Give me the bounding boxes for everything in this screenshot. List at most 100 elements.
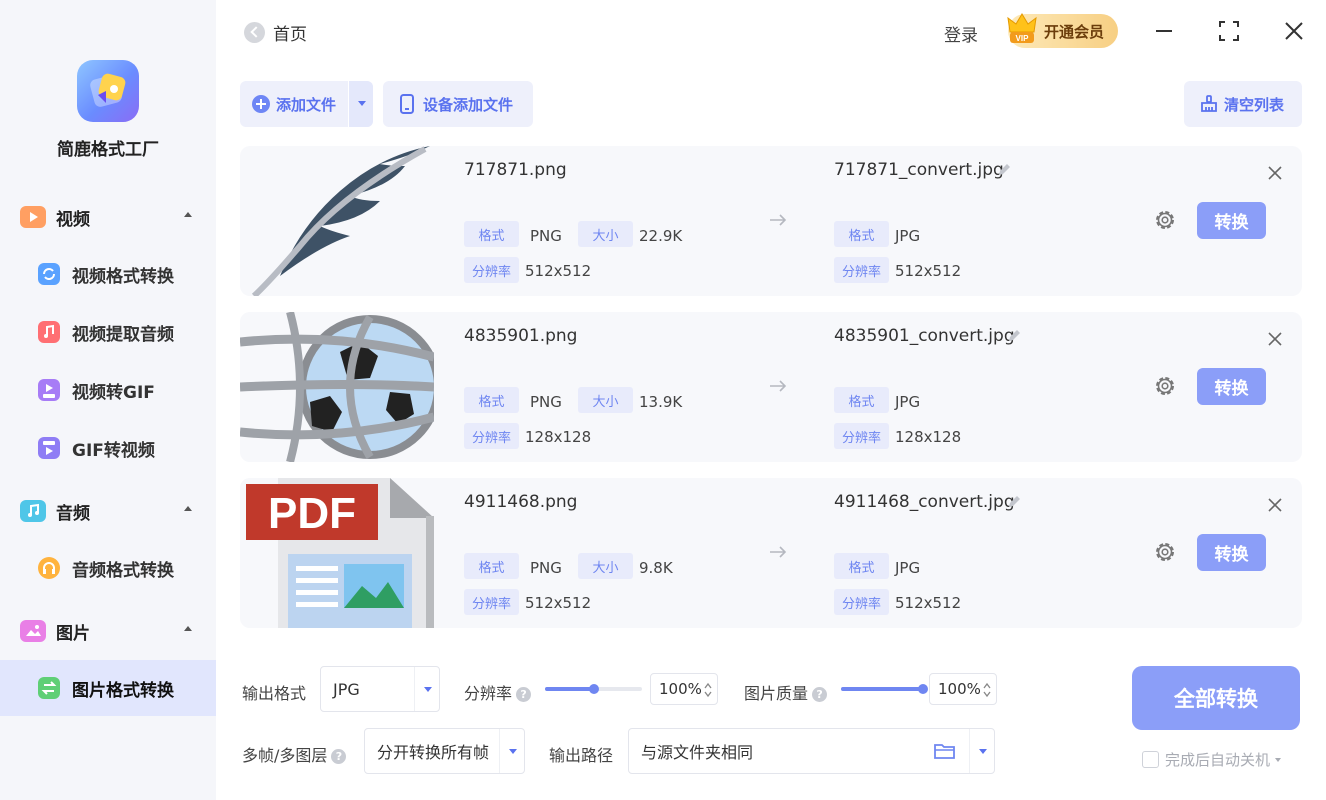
sidebar-item-video-to-gif[interactable]: 视频转GIF	[0, 362, 216, 418]
pencil-edit-icon[interactable]	[1006, 328, 1022, 344]
chevron-down-icon[interactable]	[1275, 757, 1282, 762]
sidebar-item-image-format-convert[interactable]: 图片格式转换	[0, 660, 216, 716]
vip-badge-text: VIP	[1016, 34, 1030, 43]
remove-file-icon[interactable]	[1266, 330, 1284, 348]
headphones-icon	[38, 557, 60, 579]
resolution-tag: 分辨率	[834, 589, 889, 615]
sidebar-item-label: GIF转视频	[72, 440, 155, 461]
maximize-icon[interactable]	[1216, 18, 1242, 44]
collapse-caret-icon[interactable]	[184, 626, 192, 631]
back-arrow-icon	[244, 22, 265, 43]
add-file-button[interactable]: 添加文件	[240, 81, 373, 127]
spinner-icon[interactable]	[704, 680, 712, 700]
dropdown-toggle[interactable]	[969, 729, 994, 773]
app-logo-icon	[77, 60, 139, 122]
resolution-slider-knob[interactable]	[588, 684, 599, 694]
pencil-edit-icon[interactable]	[1006, 494, 1022, 510]
output-format: JPG	[895, 559, 921, 577]
gear-icon[interactable]	[1152, 373, 1178, 399]
help-icon[interactable]: ?	[812, 687, 828, 702]
device-add-file-button[interactable]: 设备添加文件	[383, 81, 533, 127]
add-file-dropdown[interactable]	[348, 81, 373, 127]
pdf-document-icon: PDF	[240, 478, 434, 628]
collapse-caret-icon[interactable]	[184, 506, 192, 511]
quality-slider-fill	[841, 687, 923, 691]
plus-circle-icon	[252, 95, 270, 113]
output-resolution: 128x128	[895, 428, 962, 446]
multiframe-value: 分开转换所有帧	[377, 743, 490, 762]
resolution-input[interactable]: 100%	[650, 673, 718, 705]
quality-slider-knob[interactable]	[918, 684, 928, 694]
resolution-slider-fill	[545, 687, 594, 691]
audio-group-icon	[20, 500, 46, 522]
globe-sphere-icon	[240, 312, 434, 462]
sidebar-item-label: 图片格式转换	[72, 680, 174, 701]
resolution-tag: 分辨率	[464, 589, 519, 615]
broom-icon	[1201, 95, 1217, 112]
sidebar-item-gif-to-video[interactable]: GIF转视频	[0, 420, 216, 476]
help-icon[interactable]: ?	[331, 749, 347, 764]
sidebar-group-video[interactable]: 视频	[20, 203, 192, 231]
collapse-caret-icon[interactable]	[184, 212, 192, 217]
output-path-select[interactable]: 与源文件夹相同	[628, 728, 995, 774]
resolution-label-text: 分辨率	[464, 684, 513, 703]
auto-shutdown-option[interactable]: 完成后自动关机	[1142, 749, 1282, 770]
gear-icon[interactable]	[1152, 207, 1178, 233]
back-home-button[interactable]: 首页	[244, 20, 307, 45]
convert-all-button[interactable]: 全部转换	[1132, 666, 1300, 730]
auto-shutdown-checkbox[interactable]	[1142, 751, 1159, 768]
resolution-tag: 分辨率	[834, 257, 889, 283]
output-format: JPG	[895, 227, 921, 245]
chevron-down-icon	[509, 749, 517, 754]
file-row: PDF 4911468.png 格式 PNG 大小 9.8K 分辨率 512x5…	[240, 478, 1302, 628]
spinner-icon[interactable]	[983, 680, 991, 700]
app-window: 简鹿格式工厂 视频 视频格式转换 视频提取音频 视频转GIF GIF转视频 音频…	[0, 0, 1326, 800]
sidebar-group-label: 图片	[56, 623, 90, 644]
remove-file-icon[interactable]	[1266, 496, 1284, 514]
output-format-select[interactable]: JPG	[320, 666, 440, 712]
convert-button[interactable]: 转换	[1197, 202, 1266, 239]
gear-icon[interactable]	[1152, 539, 1178, 565]
format-tag: 格式	[834, 387, 889, 413]
vip-button[interactable]: VIP 开通会员	[1007, 13, 1118, 48]
convert-button[interactable]: 转换	[1197, 368, 1266, 405]
minimize-icon[interactable]	[1151, 18, 1177, 44]
multiframe-label-text: 多帧/多图层	[242, 746, 328, 765]
format-tag: 格式	[834, 221, 889, 247]
multiframe-select[interactable]: 分开转换所有帧	[364, 728, 525, 774]
sidebar-item-video-format-convert[interactable]: 视频格式转换	[0, 246, 216, 302]
resolution-slider[interactable]	[545, 684, 642, 694]
source-format: PNG	[530, 393, 562, 411]
output-format-label: 输出格式	[242, 684, 307, 703]
video-group-icon	[20, 206, 46, 228]
dropdown-toggle[interactable]	[499, 729, 524, 773]
sidebar-group-audio[interactable]: 音频	[20, 497, 192, 525]
quality-slider[interactable]	[841, 684, 928, 694]
source-resolution: 128x128	[525, 428, 592, 446]
help-icon[interactable]: ?	[516, 687, 532, 702]
clear-list-button[interactable]: 清空列表	[1184, 81, 1302, 127]
resolution-tag: 分辨率	[834, 423, 889, 449]
size-tag: 大小	[578, 553, 633, 579]
dropdown-toggle[interactable]	[414, 667, 439, 711]
add-file-main[interactable]: 添加文件	[240, 81, 348, 127]
remove-file-icon[interactable]	[1266, 164, 1284, 182]
source-size: 13.9K	[639, 393, 683, 411]
folder-icon[interactable]	[933, 741, 957, 761]
pencil-edit-icon[interactable]	[996, 162, 1012, 178]
add-file-label: 添加文件	[276, 95, 337, 114]
convert-button[interactable]: 转换	[1197, 534, 1266, 571]
image-group-icon	[20, 620, 46, 642]
quality-input[interactable]: 100%	[929, 673, 997, 705]
source-filename: 4835901.png	[464, 326, 578, 346]
feather-quill-icon	[240, 146, 434, 296]
source-size: 9.8K	[639, 559, 673, 577]
login-link[interactable]: 登录	[944, 21, 978, 46]
close-window-icon[interactable]	[1281, 18, 1307, 44]
sidebar-group-image[interactable]: 图片	[20, 617, 192, 645]
sidebar-item-audio-format-convert[interactable]: 音频格式转换	[0, 540, 216, 596]
sidebar-item-video-extract-audio[interactable]: 视频提取音频	[0, 304, 216, 360]
gif-video-icon	[38, 437, 60, 459]
quality-label: 图片质量?	[744, 680, 828, 704]
chevron-down-icon	[358, 101, 366, 106]
